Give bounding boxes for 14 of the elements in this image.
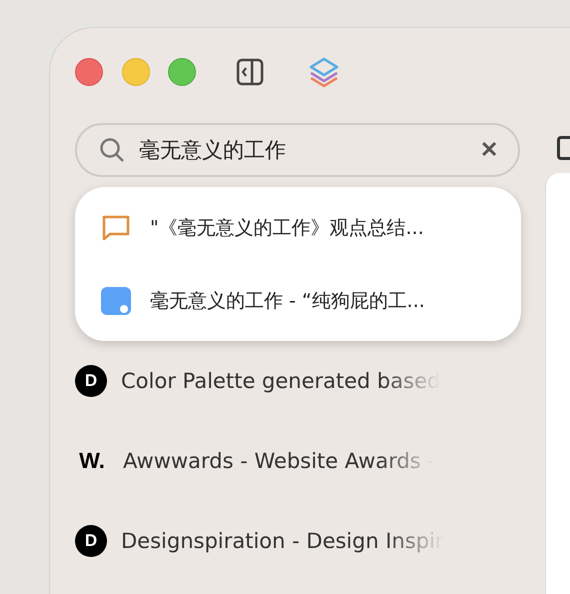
search-field[interactable]: 毫无意义的工作 ✕ (75, 123, 520, 177)
site-icon: W. (75, 445, 109, 477)
site-icon: D (75, 365, 107, 397)
site-icon: D (75, 525, 107, 557)
search-icon (99, 137, 125, 163)
layers-icon[interactable] (308, 56, 340, 88)
close-button[interactable] (75, 58, 103, 86)
suggestion-item[interactable]: "《毫无意义的工作》观点总结... (150, 214, 424, 240)
zoom-button[interactable] (168, 58, 196, 86)
chat-app-icon (100, 284, 132, 316)
suggestion-item[interactable]: 毫无意义的工作 - “纯狗屁的工... (150, 288, 425, 314)
sidebar-toggle-icon[interactable] (236, 58, 264, 86)
clear-button[interactable]: ✕ (480, 137, 498, 163)
minimize-button[interactable] (122, 58, 150, 86)
